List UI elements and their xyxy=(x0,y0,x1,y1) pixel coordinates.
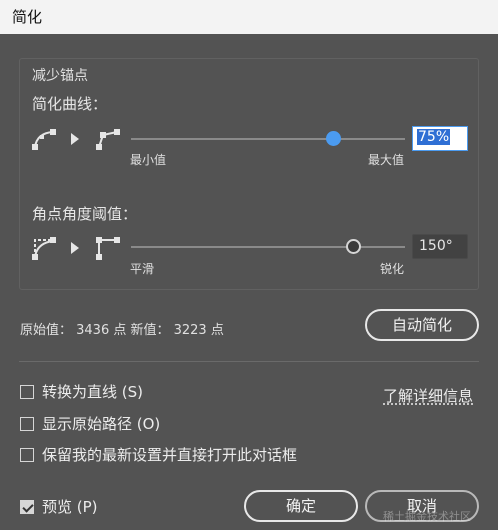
simplify-dialog: 减少锚点 简化曲线： 最小值 最大值 75% 角点角度阈值： 平滑 锐化 150… xyxy=(0,34,498,530)
auto-simplify-button[interactable]: 自动简化 xyxy=(365,309,479,341)
corner-angle-slider-knob[interactable] xyxy=(346,239,361,254)
point-count-stats: 原始值： 3436 点 新值： 3223 点 xyxy=(20,323,224,338)
show-original-path-checkbox[interactable] xyxy=(20,417,34,431)
corner-angle-value-input[interactable]: 150° xyxy=(412,234,468,259)
corner-angle-value: 150° xyxy=(419,238,453,254)
corner-angle-min-label: 平滑 xyxy=(130,262,155,276)
reduce-anchor-points-group: 减少锚点 简化曲线： 最小值 最大值 75% 角点角度阈值： 平滑 锐化 150… xyxy=(19,58,479,290)
sharp-corner-icon xyxy=(96,237,120,260)
simplify-curve-min-label: 最小值 xyxy=(130,153,167,167)
simplify-curve-label: 简化曲线： xyxy=(32,95,108,113)
convert-to-lines-option[interactable]: 转换为直线 (S) xyxy=(20,381,143,402)
convert-to-lines-checkbox[interactable] xyxy=(20,385,34,399)
group-title: 减少锚点 xyxy=(32,68,88,84)
keep-settings-checkbox[interactable] xyxy=(20,448,34,462)
divider xyxy=(19,361,479,362)
simplify-curve-slider-track[interactable] xyxy=(131,138,405,140)
corner-dashed-icon xyxy=(32,237,56,260)
window-title: 简化 xyxy=(12,8,43,26)
arrow-right-icon xyxy=(71,242,79,254)
show-original-path-option[interactable]: 显示原始路径 (O) xyxy=(20,413,160,434)
simplify-curve-slider-knob[interactable] xyxy=(326,131,341,146)
show-original-path-label: 显示原始路径 (O) xyxy=(42,415,161,433)
simplify-curve-max-label: 最大值 xyxy=(368,153,405,167)
corner-angle-max-label: 锐化 xyxy=(380,262,405,276)
simplify-curve-value: 75% xyxy=(417,129,451,145)
arrow-right-icon xyxy=(71,133,79,145)
preview-label: 预览 (P) xyxy=(42,498,98,516)
window-title-bar: 简化 xyxy=(0,0,498,34)
simplified-curve-icon xyxy=(96,129,120,150)
watermark-text: 稀土掘金技术社区 xyxy=(383,510,471,523)
simplify-curve-value-input[interactable]: 75% xyxy=(412,126,468,151)
corner-angle-slider-track[interactable] xyxy=(131,246,405,248)
preview-option[interactable]: 预览 (P) xyxy=(20,496,98,517)
corner-angle-label: 角点角度阈值： xyxy=(32,205,138,223)
curve-path-icon xyxy=(32,129,56,150)
learn-more-link[interactable]: 了解详细信息 xyxy=(383,385,473,406)
keep-settings-label: 保留我的最新设置并直接打开此对话框 xyxy=(42,446,298,464)
convert-to-lines-label: 转换为直线 (S) xyxy=(42,383,143,401)
ok-button[interactable]: 确定 xyxy=(244,490,358,522)
preview-checkbox[interactable] xyxy=(20,500,34,514)
keep-settings-option[interactable]: 保留我的最新设置并直接打开此对话框 xyxy=(20,444,297,465)
